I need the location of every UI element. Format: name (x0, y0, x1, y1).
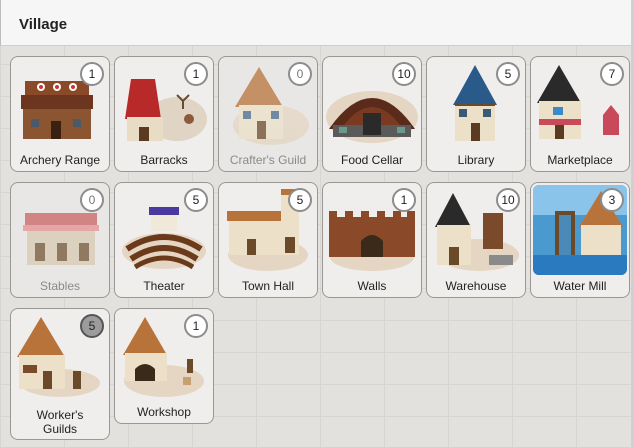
count-badge: 3 (600, 188, 624, 212)
building-card-library[interactable]: 5 Library (426, 56, 526, 172)
building-label: Marketplace (547, 153, 613, 167)
building-label: Warehouse (445, 279, 507, 293)
building-card-theater[interactable]: 5 Theater (114, 182, 214, 298)
building-card-marketplace[interactable]: 7 Marketplace (530, 56, 630, 172)
count-badge: 0 (80, 188, 104, 212)
building-card-walls[interactable]: 1 Walls (322, 182, 422, 298)
building-label: Stables (39, 279, 81, 293)
count-badge: 1 (184, 314, 208, 338)
building-card-town-hall[interactable]: 5 Town Hall (218, 182, 318, 298)
count-badge: 10 (496, 188, 520, 212)
building-card-workshop[interactable]: 1 Workshop (114, 308, 214, 424)
count-badge: 1 (80, 62, 104, 86)
count-badge: 1 (184, 62, 208, 86)
building-label: Worker's Guilds (36, 408, 84, 436)
building-label: Workshop (137, 405, 191, 419)
building-label: Town Hall (241, 279, 295, 293)
count-badge: 5 (80, 314, 104, 338)
building-card-workers-guilds[interactable]: 5 Worker's Guilds (10, 308, 110, 440)
building-label: Barracks (140, 153, 188, 167)
building-label: Archery Range (19, 153, 101, 167)
village-header: Village (0, 0, 632, 46)
count-badge: 5 (496, 62, 520, 86)
building-card-water-mill[interactable]: 3 Water Mill (530, 182, 630, 298)
building-label: Theater (143, 279, 185, 293)
building-card-archery-range[interactable]: 1 Archery Range (10, 56, 110, 172)
count-badge: 1 (392, 188, 416, 212)
building-label: Crafter's Guild (229, 153, 307, 167)
building-card-warehouse[interactable]: 10 Warehouse (426, 182, 526, 298)
count-badge: 7 (600, 62, 624, 86)
count-badge: 10 (392, 62, 416, 86)
count-badge: 0 (288, 62, 312, 86)
building-label: Food Cellar (340, 153, 404, 167)
building-label: Walls (357, 279, 387, 293)
building-card-crafters-guild[interactable]: 0 Crafter's Guild (218, 56, 318, 172)
building-card-barracks[interactable]: 1 Barracks (114, 56, 214, 172)
building-label: Library (457, 153, 495, 167)
page-title: Village (19, 16, 68, 33)
building-card-stables[interactable]: 0 Stables (10, 182, 110, 298)
building-card-food-cellar[interactable]: 10 Food Cellar (322, 56, 422, 172)
count-badge: 5 (288, 188, 312, 212)
count-badge: 5 (184, 188, 208, 212)
building-label: Water Mill (553, 279, 607, 293)
